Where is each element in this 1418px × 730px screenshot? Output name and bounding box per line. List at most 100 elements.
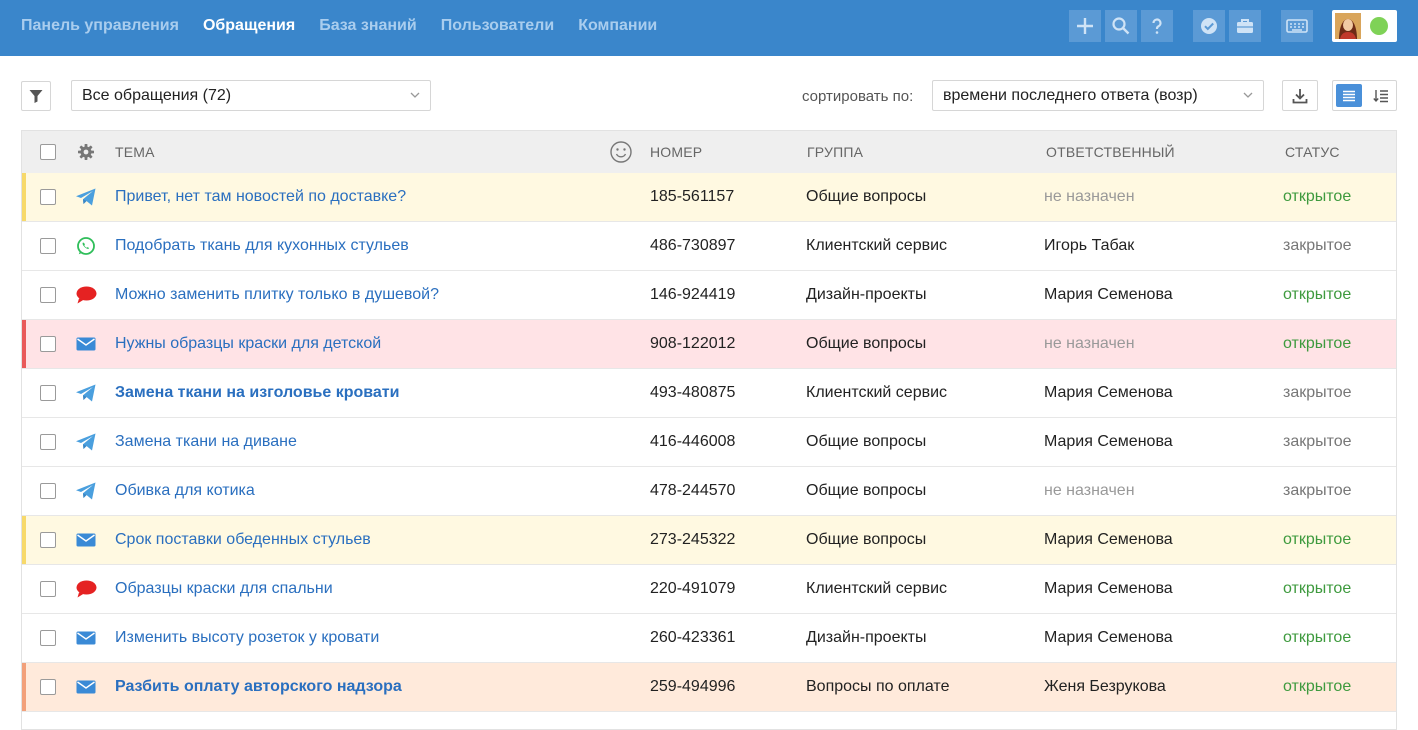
ticket-group: Клиентский сервис — [806, 237, 948, 254]
email-icon — [75, 334, 97, 354]
smiley-icon[interactable] — [609, 140, 633, 164]
table-row[interactable]: Разбить оплату авторского надзора 259-49… — [22, 663, 1396, 712]
ticket-subject[interactable]: Изменить высоту розеток у кровати — [115, 629, 379, 647]
view-mode-toggle — [1332, 80, 1397, 111]
table-row[interactable]: Срок поставки обеденных стульев 273-2453… — [22, 516, 1396, 565]
nav-users[interactable]: Пользователи — [441, 17, 554, 35]
ticket-assignee: Мария Семенова — [1044, 286, 1173, 303]
telegram-icon — [75, 383, 97, 403]
ticket-group: Клиентский сервис — [806, 384, 948, 401]
row-checkbox[interactable] — [40, 287, 56, 303]
table-row[interactable]: Можно заменить плитку только в душевой? … — [22, 271, 1396, 320]
column-assignee[interactable]: ОТВЕТСТВЕННЫЙ — [1046, 144, 1175, 160]
ticket-subject[interactable]: Подобрать ткань для кухонных стульев — [115, 237, 409, 255]
keyboard-icon — [1286, 19, 1308, 33]
ticket-group: Дизайн-проекты — [806, 286, 927, 303]
ticket-subject[interactable]: Замена ткани на изголовье кровати — [115, 384, 399, 402]
help-button[interactable] — [1141, 10, 1173, 42]
ticket-number: 908-122012 — [650, 335, 736, 352]
view-select[interactable]: Все обращения (72) — [71, 80, 431, 111]
priority-bar — [22, 663, 26, 711]
nav-dashboard[interactable]: Панель управления — [21, 17, 179, 35]
row-checkbox[interactable] — [40, 679, 56, 695]
table-row[interactable]: Замена ткани на изголовье кровати 493-48… — [22, 369, 1396, 418]
sort-select[interactable]: времени последнего ответа (возр) — [932, 80, 1264, 111]
priority-bar — [22, 516, 26, 564]
table-row[interactable]: Изменить высоту розеток у кровати 260-42… — [22, 614, 1396, 663]
ticket-status: открытое — [1283, 580, 1352, 597]
table-row[interactable]: Образцы краски для спальни 220-491079 Кл… — [22, 565, 1396, 614]
ticket-assignee: Игорь Табак — [1044, 237, 1135, 254]
table-row[interactable]: Подобрать ткань для кухонных стульев 486… — [22, 222, 1396, 271]
row-checkbox[interactable] — [40, 336, 56, 352]
ticket-number: 486-730897 — [650, 237, 736, 254]
ticket-subject[interactable]: Образцы краски для спальни — [115, 580, 333, 598]
ticket-number: 185-561157 — [650, 188, 735, 205]
ticket-number: 220-491079 — [650, 580, 736, 597]
main-nav: Панель управления Обращения База знаний … — [21, 0, 681, 52]
nav-companies[interactable]: Компании — [578, 17, 657, 35]
ticket-group: Дизайн-проекты — [806, 629, 927, 646]
nav-tickets[interactable]: Обращения — [203, 17, 295, 35]
column-group[interactable]: ГРУППА — [807, 144, 863, 160]
ticket-assignee: Мария Семенова — [1044, 531, 1173, 548]
row-checkbox[interactable] — [40, 434, 56, 450]
email-icon — [75, 530, 97, 550]
row-checkbox[interactable] — [40, 532, 56, 548]
sort-lines-icon — [1373, 89, 1388, 102]
telegram-icon — [75, 187, 97, 207]
priority-bar — [22, 320, 26, 368]
select-all-checkbox[interactable] — [40, 144, 56, 160]
ticket-number: 260-423361 — [650, 629, 736, 646]
tickets-table: ТЕМА НОМЕР ГРУППА ОТВЕТСТВЕННЫЙ СТАТУС П… — [21, 130, 1397, 730]
question-icon — [1152, 18, 1162, 34]
plus-icon — [1077, 18, 1093, 34]
row-checkbox[interactable] — [40, 581, 56, 597]
nav-knowledge-base[interactable]: База знаний — [319, 17, 417, 35]
row-checkbox[interactable] — [40, 189, 56, 205]
row-checkbox[interactable] — [40, 238, 56, 254]
list-view-button[interactable] — [1336, 84, 1362, 107]
column-number[interactable]: НОМЕР — [650, 144, 702, 160]
export-button[interactable] — [1282, 80, 1318, 111]
compact-view-button[interactable] — [1370, 84, 1392, 107]
ticket-status: закрытое — [1283, 482, 1352, 499]
briefcase-button[interactable] — [1229, 10, 1261, 42]
list-icon — [1343, 90, 1355, 101]
ticket-subject[interactable]: Разбить оплату авторского надзора — [115, 678, 402, 696]
tasks-button[interactable] — [1193, 10, 1225, 42]
gear-icon[interactable] — [77, 143, 95, 161]
search-button[interactable] — [1105, 10, 1137, 42]
ticket-assignee: Мария Семенова — [1044, 580, 1173, 597]
chevron-down-icon — [1243, 92, 1253, 98]
search-icon — [1112, 17, 1130, 35]
table-row[interactable]: Нужны образцы краски для детской 908-122… — [22, 320, 1396, 369]
add-button[interactable] — [1069, 10, 1101, 42]
ticket-subject[interactable]: Срок поставки обеденных стульев — [115, 531, 371, 549]
briefcase-icon — [1237, 19, 1253, 33]
user-menu[interactable] — [1332, 10, 1397, 42]
ticket-subject[interactable]: Привет, нет там новостей по доставке? — [115, 188, 406, 206]
ticket-assignee: Мария Семенова — [1044, 384, 1173, 401]
keyboard-button[interactable] — [1281, 10, 1313, 42]
column-status[interactable]: СТАТУС — [1285, 144, 1340, 160]
row-checkbox[interactable] — [40, 483, 56, 499]
ticket-subject[interactable]: Нужны образцы краски для детской — [115, 335, 381, 353]
table-row[interactable]: Обивка для котика 478-244570 Общие вопро… — [22, 467, 1396, 516]
ticket-subject[interactable]: Можно заменить плитку только в душевой? — [115, 286, 439, 304]
table-row[interactable]: Замена ткани на диване 416-446008 Общие … — [22, 418, 1396, 467]
column-subject[interactable]: ТЕМА — [115, 144, 155, 160]
ticket-subject[interactable]: Замена ткани на диване — [115, 433, 297, 451]
table-row[interactable]: Привет, нет там новостей по доставке? 18… — [22, 173, 1396, 222]
ticket-subject[interactable]: Обивка для котика — [115, 482, 255, 500]
filter-button[interactable] — [21, 81, 51, 111]
row-checkbox[interactable] — [40, 630, 56, 646]
chat-bubble-icon — [75, 579, 97, 599]
sort-label: сортировать по: — [802, 88, 914, 105]
email-icon — [75, 677, 97, 697]
whatsapp-icon — [75, 236, 97, 256]
download-icon — [1292, 88, 1308, 103]
ticket-group: Клиентский сервис — [806, 580, 948, 597]
check-circle-icon — [1201, 18, 1217, 34]
row-checkbox[interactable] — [40, 385, 56, 401]
